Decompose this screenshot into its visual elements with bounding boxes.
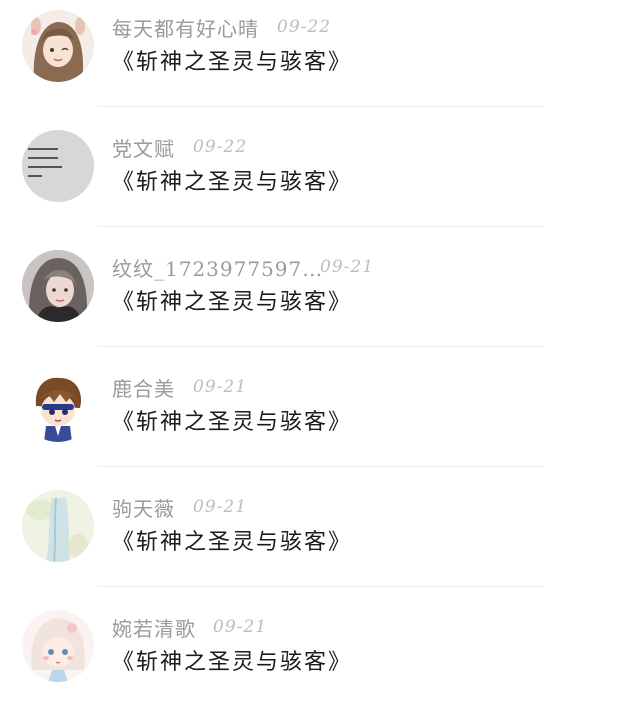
chibi-boy-avatar-icon [22, 370, 94, 442]
text-poem-avatar-icon [22, 130, 94, 202]
comment-date: 09-21 [193, 497, 248, 517]
book-title[interactable]: 《斩神之圣灵与骇客》 [112, 164, 352, 196]
book-title[interactable]: 《斩神之圣灵与骇客》 [112, 404, 352, 436]
avatar[interactable] [22, 10, 94, 82]
list-item[interactable]: 每天都有好心晴 09-22 《斩神之圣灵与骇客》 [0, 0, 640, 120]
divider [98, 466, 544, 467]
list-item[interactable]: 驹天薇 09-21 《斩神之圣灵与骇客》 [0, 480, 640, 600]
list-item[interactable]: 婉若清歌 09-21 《斩神之圣灵与骇客》 [0, 600, 640, 720]
comment-date: 09-21 [320, 257, 375, 277]
book-title[interactable]: 《斩神之圣灵与骇客》 [112, 44, 352, 76]
divider [98, 106, 544, 107]
divider [98, 586, 544, 587]
cute-anime-girl-avatar-icon [22, 610, 94, 682]
comment-date: 09-22 [277, 17, 332, 37]
comment-list: 每天都有好心晴 09-22 《斩神之圣灵与骇客》 党文赋 09-22 《斩神之圣… [0, 0, 640, 689]
comment-date: 09-22 [193, 137, 248, 157]
avatar[interactable] [22, 490, 94, 562]
list-item[interactable]: 鹿合美 09-21 《斩神之圣灵与骇客》 [0, 360, 640, 480]
avatar[interactable] [22, 130, 94, 202]
username[interactable]: 婉若清歌 [112, 613, 196, 642]
list-item[interactable]: 纹纹_1723977597… 09-21 《斩神之圣灵与骇客》 [0, 240, 640, 360]
avatar[interactable] [22, 250, 94, 322]
username[interactable]: 党文赋 [112, 133, 175, 162]
comment-date: 09-21 [213, 617, 268, 637]
book-title[interactable]: 《斩神之圣灵与骇客》 [112, 524, 352, 556]
username[interactable]: 鹿合美 [112, 373, 175, 402]
girl-with-bunny-ears-avatar-icon [22, 10, 94, 82]
username[interactable]: 纹纹_1723977597… [112, 253, 323, 282]
book-title[interactable]: 《斩神之圣灵与骇客》 [112, 644, 352, 676]
book-title[interactable]: 《斩神之圣灵与骇客》 [112, 284, 352, 316]
divider [98, 226, 544, 227]
divider [98, 346, 544, 347]
avatar[interactable] [22, 610, 94, 682]
comment-date: 09-21 [193, 377, 248, 397]
username[interactable]: 每天都有好心晴 [112, 13, 259, 42]
username[interactable]: 驹天薇 [112, 493, 175, 522]
avatar[interactable] [22, 370, 94, 442]
photo-girl-avatar-icon [22, 250, 94, 322]
pastel-illustration-avatar-icon [22, 490, 94, 562]
list-item[interactable]: 党文赋 09-22 《斩神之圣灵与骇客》 [0, 120, 640, 240]
